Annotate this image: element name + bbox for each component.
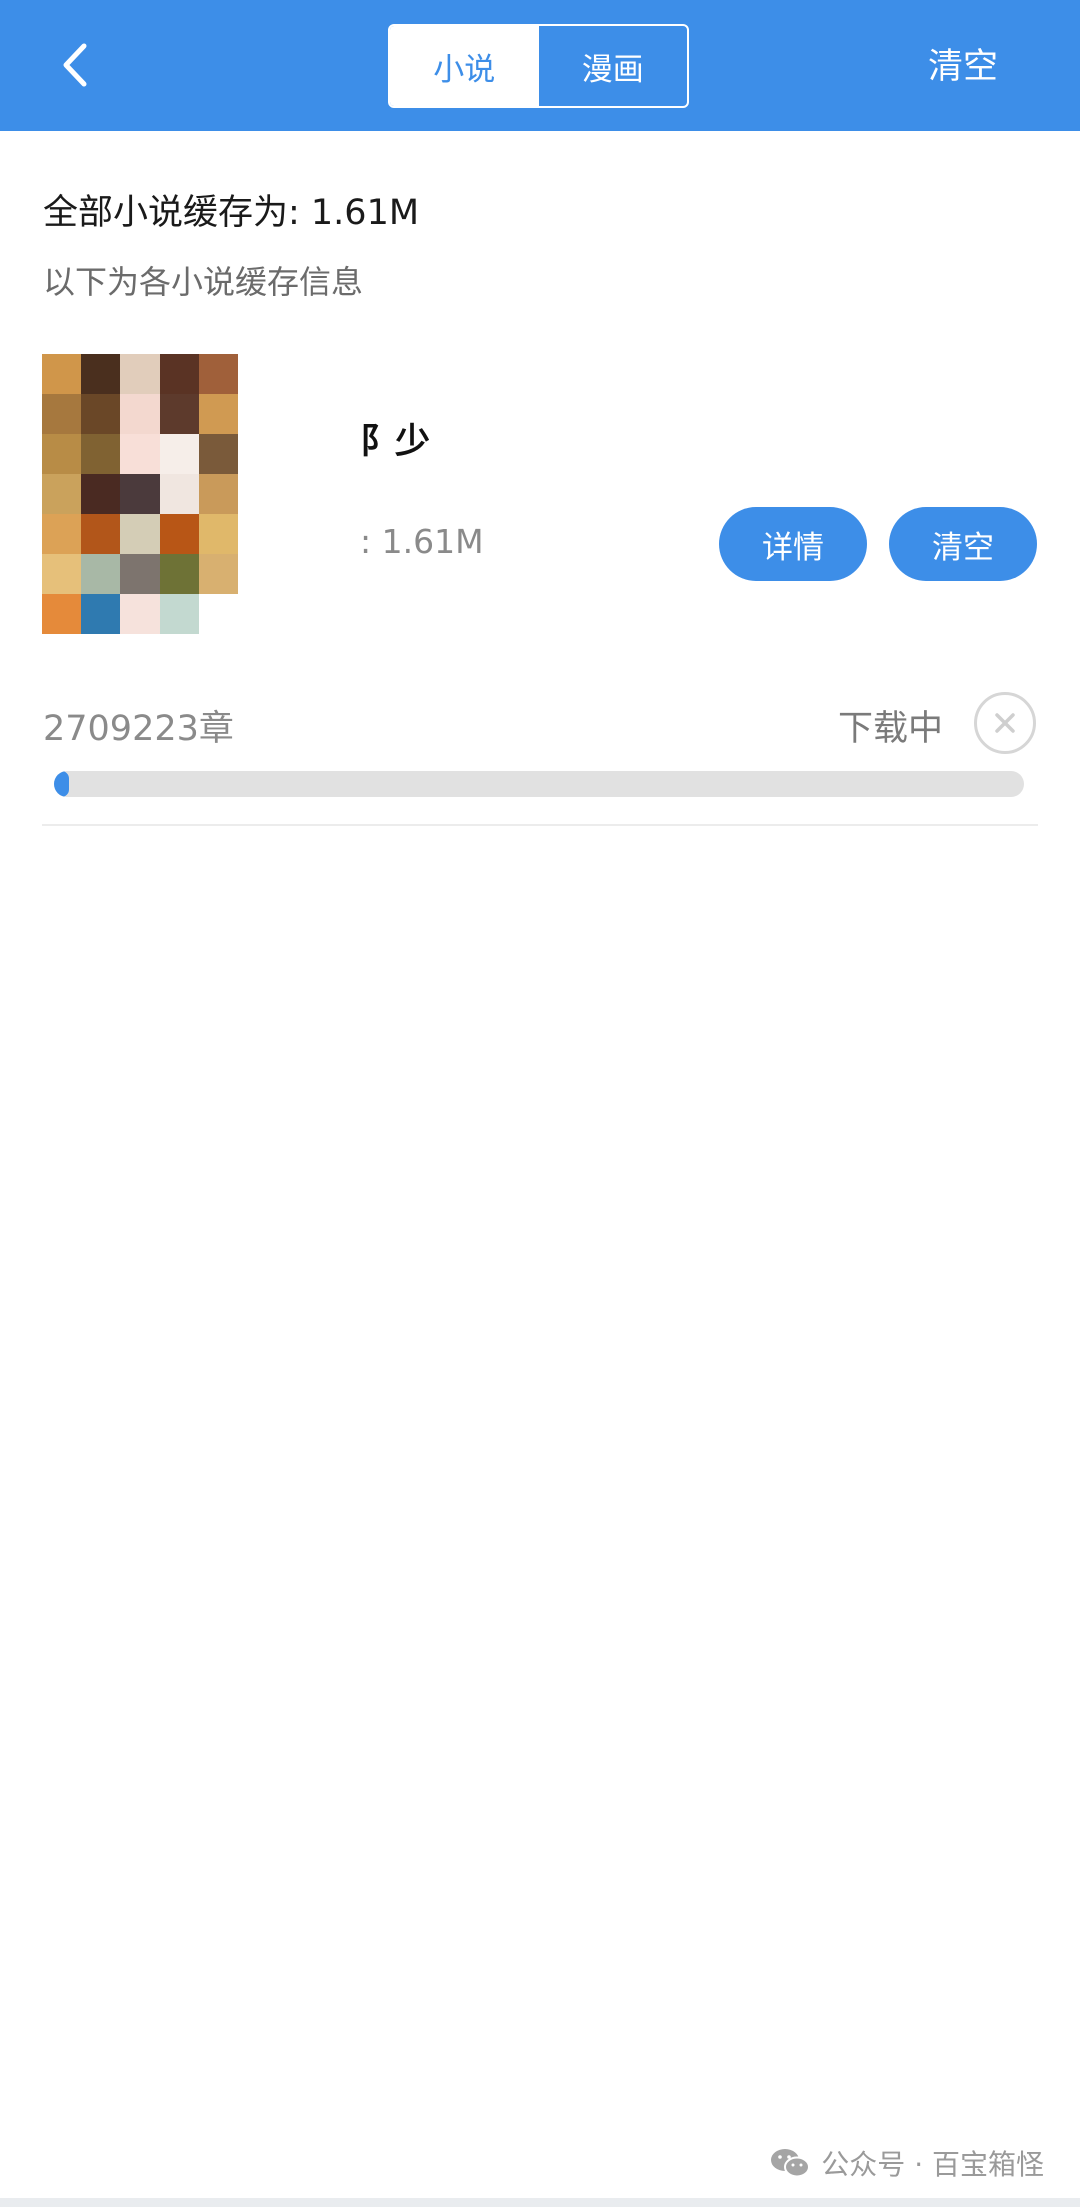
watermark: 公众号 · 百宝箱怪 (769, 2143, 1044, 2183)
clear-book-button[interactable]: 清空 (889, 507, 1037, 581)
list-divider (42, 824, 1038, 826)
clear-all-button[interactable]: 清空 (928, 38, 998, 89)
book-cover[interactable] (42, 354, 238, 634)
bottom-edge (0, 2198, 1080, 2207)
download-status: 下载中 (838, 709, 944, 749)
cancel-download-button[interactable] (974, 692, 1036, 754)
chapter-count: 2709223章 (43, 709, 234, 749)
category-segment: 小说 漫画 (388, 24, 689, 108)
watermark-text: 公众号 · 百宝箱怪 (821, 2148, 1044, 2181)
tab-comic[interactable]: 漫画 (539, 26, 688, 106)
wechat-icon (771, 2149, 811, 2178)
cache-info-subtitle: 以下为各小说缓存信息 (43, 263, 364, 301)
book-cache-size: : 1.61M (360, 522, 484, 561)
book-title[interactable]: 阝少 (360, 413, 430, 464)
detail-button[interactable]: 详情 (719, 507, 867, 581)
download-progress-fill (54, 771, 69, 797)
download-progress-bar (54, 771, 1024, 797)
chevron-left-icon (63, 43, 87, 87)
pixelated-cover-image (42, 354, 238, 634)
total-cache-size: 全部小说缓存为: 1.61M (43, 193, 420, 233)
close-icon (995, 713, 1015, 733)
top-bar: 小说 漫画 清空 (0, 0, 1080, 131)
tab-novel[interactable]: 小说 (390, 26, 539, 106)
back-button[interactable] (40, 30, 110, 100)
